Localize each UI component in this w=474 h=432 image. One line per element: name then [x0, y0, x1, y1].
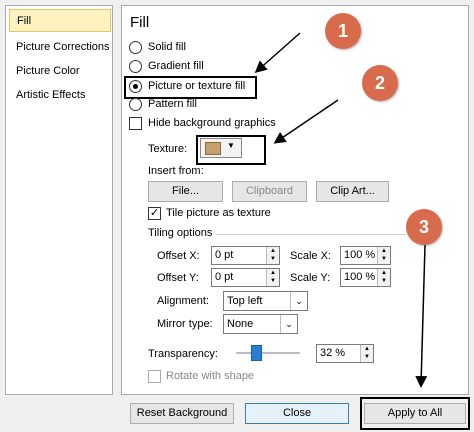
transparency-input[interactable]: 32 % ▲ ▼ — [316, 344, 374, 363]
step-badge-3: 3 — [406, 209, 442, 245]
gradient-fill-radio[interactable] — [129, 60, 142, 73]
step-badge-1: 1 — [325, 13, 361, 49]
file-button[interactable]: File... — [148, 181, 223, 202]
tiling-options-divider — [216, 234, 406, 235]
nav-item-fill[interactable]: Fill — [9, 9, 111, 32]
mirror-type-label: Mirror type: — [157, 318, 213, 330]
scale-x-value: 100 % — [344, 249, 376, 261]
nav-item-picture-corrections[interactable]: Picture Corrections — [9, 36, 111, 59]
picture-texture-fill-radio[interactable] — [129, 80, 142, 93]
solid-fill-radio[interactable] — [129, 41, 142, 54]
offset-y-spinner[interactable]: ▲ ▼ — [266, 269, 279, 286]
nav-item-artistic-effects[interactable]: Artistic Effects — [9, 84, 111, 107]
category-nav: Fill Picture Corrections Picture Color A… — [5, 5, 113, 395]
gradient-fill-label: Gradient fill — [148, 60, 204, 72]
offset-x-input[interactable]: 0 pt ▲ ▼ — [211, 246, 280, 265]
nav-item-label: Artistic Effects — [16, 89, 86, 101]
nav-item-label: Picture Corrections — [16, 41, 110, 53]
alignment-label: Alignment: — [157, 295, 209, 307]
chevron-down-icon: ⌄ — [280, 315, 297, 333]
scale-y-value: 100 % — [344, 271, 376, 283]
transparency-value: 32 % — [320, 347, 346, 359]
texture-swatch-icon — [205, 142, 221, 155]
apply-to-all-button[interactable]: Apply to All — [364, 403, 466, 424]
rotate-with-shape-label: Rotate with shape — [166, 370, 255, 382]
transparency-spinner[interactable]: ▲ ▼ — [360, 345, 373, 362]
reset-background-button[interactable]: Reset Background — [130, 403, 234, 424]
transparency-slider[interactable] — [236, 345, 300, 361]
offset-y-value: 0 pt — [215, 271, 234, 283]
mirror-type-select[interactable]: None ⌄ — [223, 314, 298, 334]
slider-thumb[interactable] — [251, 345, 262, 361]
panel-title: Fill — [130, 14, 150, 31]
pattern-fill-radio[interactable] — [129, 98, 142, 111]
rotate-with-shape-checkbox[interactable] — [148, 370, 161, 383]
scale-x-input[interactable]: 100 % ▲ ▼ — [340, 246, 391, 265]
alignment-select[interactable]: Top left ⌄ — [223, 291, 308, 311]
nav-item-label: Picture Color — [16, 65, 80, 77]
tile-checkbox[interactable]: ✓ — [148, 207, 161, 220]
scale-y-input[interactable]: 100 % ▲ ▼ — [340, 268, 391, 287]
offset-x-spinner[interactable]: ▲ ▼ — [266, 247, 279, 264]
insert-from-label: Insert from: — [148, 165, 204, 177]
hide-background-label: Hide background graphics — [148, 117, 276, 129]
offset-y-input[interactable]: 0 pt ▲ ▼ — [211, 268, 280, 287]
texture-dropdown[interactable]: ▼ — [200, 138, 242, 158]
scale-y-spinner[interactable]: ▲ ▼ — [377, 269, 390, 286]
offset-x-value: 0 pt — [215, 249, 234, 261]
clip-art-button[interactable]: Clip Art... — [316, 181, 389, 202]
step-badge-2: 2 — [362, 65, 398, 101]
alignment-value: Top left — [227, 295, 263, 307]
hide-background-checkbox[interactable] — [129, 117, 142, 130]
mirror-type-value: None — [227, 318, 254, 330]
scale-y-label: Scale Y: — [290, 272, 331, 284]
close-button[interactable]: Close — [245, 403, 349, 424]
texture-label: Texture: — [148, 143, 188, 155]
scale-x-label: Scale X: — [290, 250, 331, 262]
scale-x-spinner[interactable]: ▲ ▼ — [377, 247, 390, 264]
tiling-options-label: Tiling options — [148, 227, 213, 239]
nav-item-label: Fill — [17, 15, 32, 27]
solid-fill-label: Solid fill — [148, 41, 186, 53]
chevron-down-icon: ⌄ — [290, 292, 307, 310]
offset-x-label: Offset X: — [157, 250, 200, 262]
pattern-fill-label: Pattern fill — [148, 98, 197, 110]
nav-item-picture-color[interactable]: Picture Color — [9, 60, 111, 83]
transparency-label: Transparency: — [148, 348, 218, 360]
tile-label: Tile picture as texture — [166, 207, 271, 219]
offset-y-label: Offset Y: — [157, 272, 199, 284]
clipboard-button[interactable]: Clipboard — [232, 181, 307, 202]
picture-texture-fill-label: Picture or texture fill — [148, 80, 246, 92]
chevron-down-icon: ▼ — [227, 141, 235, 150]
